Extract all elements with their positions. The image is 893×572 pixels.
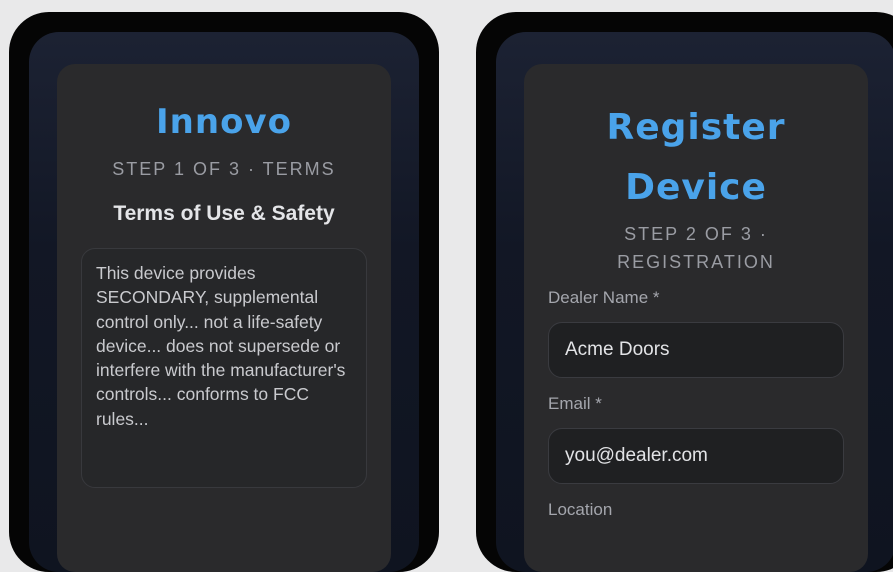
step-indicator: STEP 1 OF 3 · TERMS bbox=[112, 159, 336, 179]
page-title: Register Device bbox=[548, 98, 844, 218]
dealer-name-input[interactable]: Acme Doors bbox=[548, 322, 844, 378]
terms-text-box[interactable]: This device provides SECONDARY, suppleme… bbox=[81, 248, 367, 488]
phone-screen: Register Device STEP 2 OF 3 · REGISTRATI… bbox=[496, 32, 893, 572]
app-title: Innovo bbox=[156, 102, 292, 142]
terms-card: Innovo STEP 1 OF 3 · TERMS Terms of Use … bbox=[57, 64, 391, 572]
title-line-1: Register bbox=[606, 107, 786, 148]
registration-form: Dealer Name * Acme Doors Email * you@dea… bbox=[548, 286, 844, 522]
step-line-2: REGISTRATION bbox=[617, 252, 775, 272]
step-line-1: STEP 2 OF 3 · bbox=[624, 224, 768, 244]
phone-terms: Innovo STEP 1 OF 3 · TERMS Terms of Use … bbox=[9, 12, 439, 572]
register-card: Register Device STEP 2 OF 3 · REGISTRATI… bbox=[524, 64, 868, 572]
phone-screen: Innovo STEP 1 OF 3 · TERMS Terms of Use … bbox=[29, 32, 419, 572]
dealer-name-label: Dealer Name * bbox=[548, 288, 660, 307]
terms-text: This device provides SECONDARY, suppleme… bbox=[96, 263, 346, 429]
terms-heading: Terms of Use & Safety bbox=[113, 202, 335, 225]
location-label: Location bbox=[548, 500, 613, 519]
title-line-2: Device bbox=[625, 167, 767, 208]
step-indicator: STEP 2 OF 3 · REGISTRATION bbox=[548, 220, 844, 276]
phone-register: Register Device STEP 2 OF 3 · REGISTRATI… bbox=[476, 12, 893, 572]
email-label: Email * bbox=[548, 394, 602, 413]
email-input[interactable]: you@dealer.com bbox=[548, 428, 844, 484]
